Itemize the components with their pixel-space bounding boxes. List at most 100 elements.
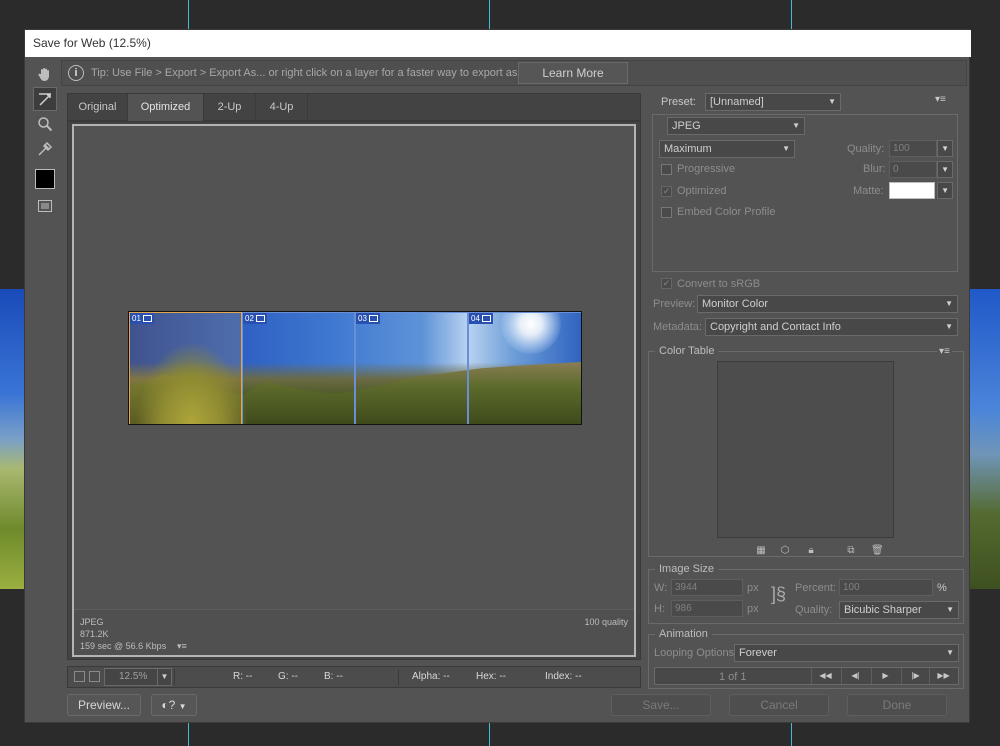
last-frame-icon[interactable]: ▶▶: [929, 668, 957, 684]
previous-frame-icon[interactable]: ◀|: [841, 668, 869, 684]
panorama-image[interactable]: 01 02 03 04: [128, 311, 582, 425]
chevron-down-icon: ▼: [941, 144, 949, 153]
hand-icon: [38, 68, 49, 81]
hand-tool[interactable]: [33, 62, 57, 86]
width-field[interactable]: 3944: [671, 579, 743, 596]
quality-field[interactable]: 100: [889, 140, 937, 157]
width-unit: px: [747, 582, 759, 594]
alpha-readout: Alpha: --: [412, 671, 450, 682]
chevron-down-icon: ▼: [945, 299, 953, 308]
file-format-select[interactable]: JPEG ▼: [667, 117, 805, 135]
animation-title: Animation: [655, 628, 712, 640]
metadata-value: Copyright and Contact Info: [710, 321, 841, 333]
view-tabs: Original Optimized 2-Up 4-Up: [67, 93, 641, 121]
info-icon: i: [68, 65, 84, 81]
preview-value: Monitor Color: [702, 298, 769, 310]
tip-bar: i Tip: Use File > Export > Export As... …: [61, 60, 967, 86]
zoom-level-select[interactable]: 12.5% ▼: [104, 668, 172, 686]
web-shift-icon[interactable]: ▦: [755, 545, 767, 557]
slice-04[interactable]: 04: [468, 312, 581, 424]
zoom-tool[interactable]: [33, 112, 57, 136]
percent-field[interactable]: 100: [839, 579, 933, 596]
matte-color-swatch[interactable]: [889, 182, 935, 199]
lock-icon[interactable]: 🔒︎: [805, 545, 817, 557]
optimized-label: Optimized: [677, 185, 727, 197]
blur-dropdown[interactable]: ▼: [937, 161, 953, 178]
done-button[interactable]: Done: [847, 694, 947, 716]
height-label: H:: [654, 603, 665, 615]
quality-readout: 100 quality: [584, 617, 628, 627]
new-color-icon[interactable]: ⧉: [845, 545, 857, 557]
chevron-down-icon: ▼: [828, 97, 836, 106]
web-safe-cube-icon[interactable]: ⬡: [779, 545, 791, 557]
optimized-checkbox[interactable]: ✓: [661, 186, 672, 197]
constrain-proportions-link-icon[interactable]: ]§: [771, 584, 786, 605]
window-title[interactable]: Save for Web (12.5%): [25, 30, 971, 57]
chevron-down-icon: ▼: [782, 144, 790, 153]
matte-dropdown[interactable]: ▼: [937, 182, 953, 199]
index-readout: Index: --: [545, 671, 582, 682]
preview-color-select[interactable]: Monitor Color ▼: [697, 295, 958, 313]
chevron-down-icon: ▼: [792, 121, 800, 130]
compression-quality-select[interactable]: Maximum ▼: [659, 140, 795, 158]
blue-readout: B: --: [324, 671, 343, 682]
color-table-menu-icon[interactable]: ▾≡: [937, 346, 952, 357]
optimized-preview-frame[interactable]: 01 02 03 04 JPEG 871.2K 159 sec @ 56.6 K…: [72, 124, 636, 657]
cancel-button[interactable]: Cancel: [729, 694, 829, 716]
file-format-value: JPEG: [672, 120, 701, 132]
metadata-select[interactable]: Copyright and Contact Info ▼: [705, 318, 958, 336]
background-photo-right: [969, 289, 1000, 589]
slice-number: 03: [358, 314, 367, 323]
blur-field[interactable]: 0: [889, 161, 937, 178]
height-field[interactable]: 986: [671, 600, 743, 617]
optimize-menu-icon[interactable]: ▾≡: [935, 94, 946, 105]
matte-label: Matte:: [853, 185, 884, 197]
play-icon[interactable]: ▶: [871, 668, 899, 684]
tab-original[interactable]: Original: [68, 94, 128, 121]
quality-dropdown[interactable]: ▼: [937, 140, 953, 157]
resample-quality-select[interactable]: Bicubic Sharper ▼: [839, 601, 959, 619]
hex-readout: Hex: --: [476, 671, 506, 682]
slice-number: 04: [471, 314, 480, 323]
preview-label: Preview:: [653, 298, 696, 310]
slice-03[interactable]: 03: [355, 312, 468, 424]
eyedropper-color-swatch[interactable]: [35, 169, 55, 189]
slice-label: 01: [130, 313, 154, 324]
slice-01[interactable]: 01: [129, 312, 242, 424]
preset-select[interactable]: [Unnamed] ▼: [705, 93, 841, 111]
convert-srgb-checkbox[interactable]: ✓: [661, 278, 672, 289]
height-unit: px: [747, 603, 759, 615]
zoom-in-box[interactable]: [89, 671, 100, 682]
looping-options-select[interactable]: Forever ▼: [734, 644, 959, 662]
tab-2-up[interactable]: 2-Up: [204, 94, 256, 121]
toggle-slices-tool[interactable]: [33, 194, 57, 218]
resample-quality-value: Bicubic Sharper: [844, 604, 922, 616]
tab-4-up[interactable]: 4-Up: [256, 94, 308, 121]
progressive-checkbox[interactable]: [661, 164, 672, 175]
zoom-out-box[interactable]: [74, 671, 85, 682]
tab-optimized[interactable]: Optimized: [128, 94, 204, 121]
zoom-icon: [38, 117, 53, 132]
optimization-info: JPEG 871.2K 159 sec @ 56.6 Kbps ▾≡ 100 q…: [74, 609, 634, 655]
embed-color-profile-checkbox[interactable]: [661, 207, 672, 218]
embed-color-profile-label: Embed Color Profile: [677, 206, 776, 218]
slice-select-tool[interactable]: [33, 87, 57, 111]
save-button[interactable]: Save...: [611, 694, 711, 716]
looping-options-label: Looping Options:: [654, 647, 738, 659]
preview-browser-select[interactable]: ◐? ▼: [151, 694, 197, 716]
image-slice-icon: [142, 315, 152, 322]
resample-quality-label: Quality:: [795, 604, 833, 616]
color-table-grid[interactable]: [717, 361, 894, 538]
save-for-web-dialog: Save for Web (12.5%) i Tip: Use File > E…: [24, 29, 971, 723]
first-frame-icon[interactable]: ◀◀: [811, 668, 839, 684]
slice-02[interactable]: 02: [242, 312, 355, 424]
slice-label: 04: [469, 313, 493, 324]
trash-icon[interactable]: 🗑︎: [871, 545, 884, 557]
download-speed-menu-icon[interactable]: ▾≡: [177, 641, 187, 652]
divider: [174, 669, 175, 685]
preview-button[interactable]: Preview...: [67, 694, 141, 716]
next-frame-icon[interactable]: |▶: [901, 668, 929, 684]
learn-more-button[interactable]: Learn More: [518, 62, 628, 84]
color-table-title: Color Table: [655, 345, 719, 357]
eyedropper-tool[interactable]: [33, 137, 57, 161]
